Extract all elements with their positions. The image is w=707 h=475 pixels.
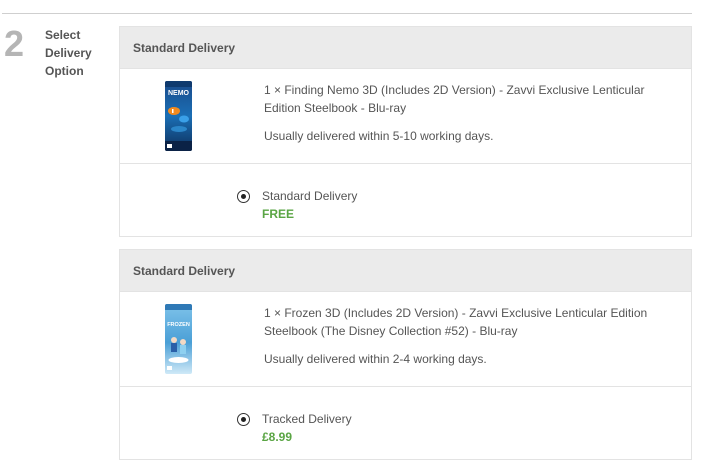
delivery-panel: Standard Delivery NEMO 1 × Finding Nemo … [119,26,692,237]
product-row: NEMO 1 × Finding Nemo 3D (Includes 2D Ve… [120,69,691,164]
product-name: 1 × Finding Nemo 3D (Includes 2D Version… [264,83,645,115]
finding-nemo-steelbook-image: NEMO [165,81,192,151]
delivery-panel: Standard Delivery FROZEN 1 × Frozen 3D (… [119,249,692,460]
step-number: 2 [4,23,25,64]
frozen-steelbook-image: FROZEN [165,304,192,374]
delivery-option-radio[interactable] [237,413,250,426]
product-name: 1 × Frozen 3D (Includes 2D Version) - Za… [264,306,648,338]
delivery-estimate: Usually delivered within 5-10 working da… [264,129,494,143]
top-divider [2,13,692,14]
panel-header-label: Standard Delivery [133,263,236,278]
delivery-option[interactable]: Tracked Delivery £8.99 [120,387,691,459]
delivery-option[interactable]: Standard Delivery FREE [120,164,691,236]
panel-header: Standard Delivery [120,27,691,69]
svg-text:NEMO: NEMO [168,90,190,97]
panel-header-label: Standard Delivery [133,40,236,55]
product-row: FROZEN 1 × Frozen 3D (Includes 2D Versio… [120,292,691,387]
svg-text:FROZEN: FROZEN [167,322,190,328]
step-title: Select Delivery Option [45,28,92,78]
delivery-estimate: Usually delivered within 2-4 working day… [264,352,487,366]
delivery-option-price: FREE [262,207,295,221]
delivery-option-radio[interactable] [237,190,250,203]
panel-header: Standard Delivery [120,250,691,292]
delivery-option-label: Standard Delivery [262,189,358,203]
delivery-option-label: Tracked Delivery [262,412,352,426]
delivery-option-price: £8.99 [262,430,293,444]
